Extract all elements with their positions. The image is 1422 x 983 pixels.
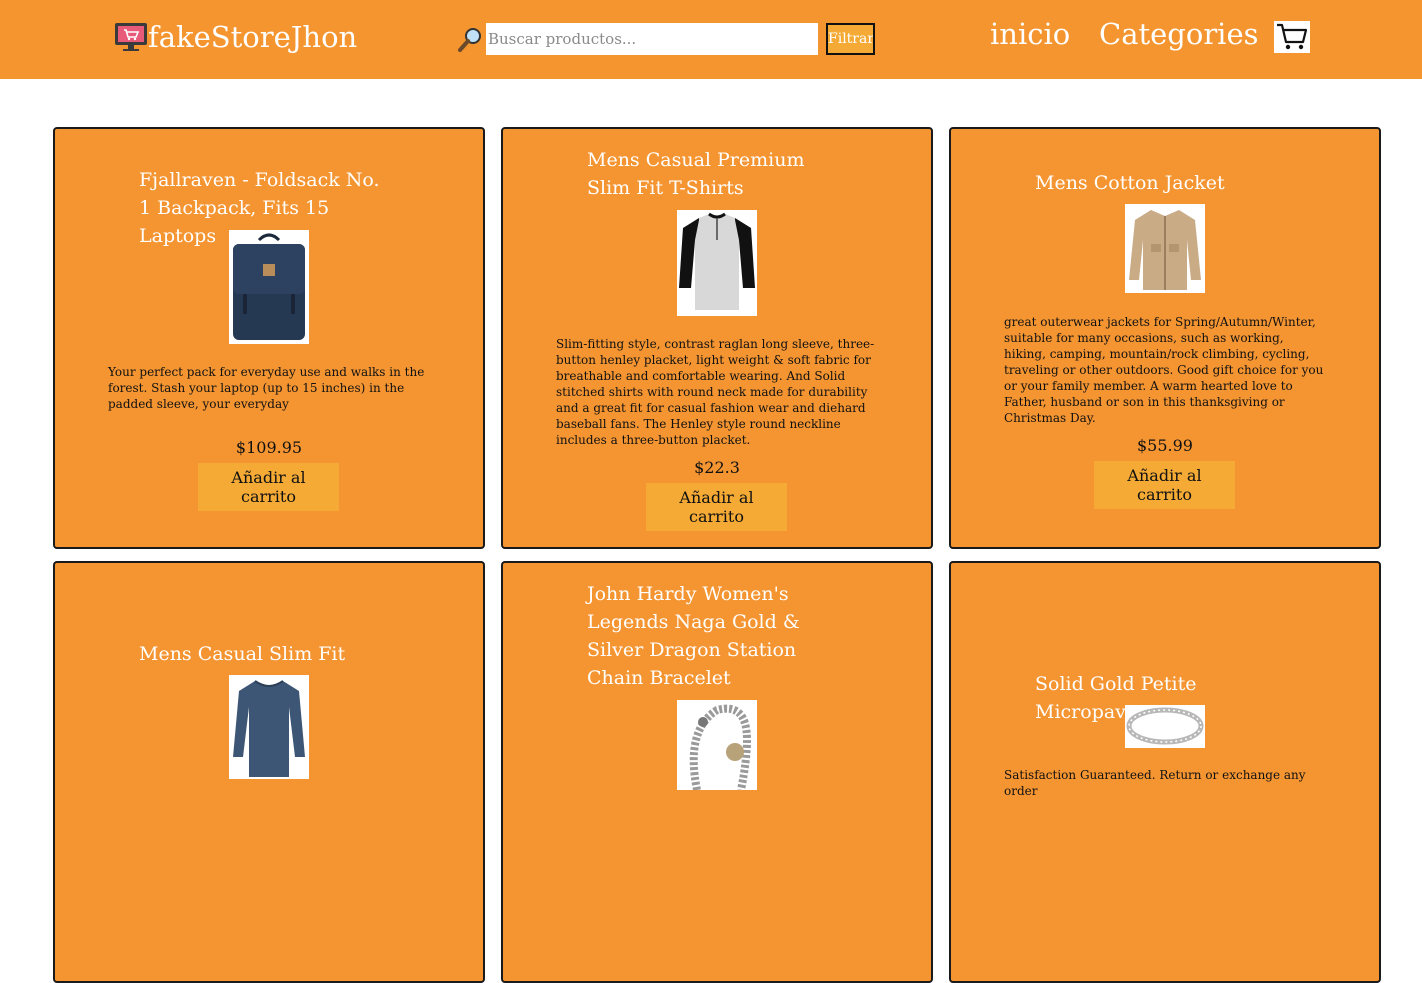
cart-button[interactable] (1274, 21, 1310, 53)
product-card: John Hardy Women's Legends Naga Gold & S… (501, 561, 933, 983)
nav-home[interactable]: inicio (990, 14, 1070, 54)
product-title: Mens Casual Premium Slim Fit T-Shirts (587, 149, 805, 199)
product-description: great outerwear jackets for Spring/Autum… (1004, 315, 1324, 425)
site-header: fakeStoreJhon Filtrar inicio Categories (0, 0, 1422, 79)
product-price: $109.95 (235, 438, 303, 457)
product-title: Mens Cotton Jacket (1035, 172, 1225, 194)
product-title: John Hardy Women's Legends Naga Gold & S… (587, 583, 800, 689)
product-title: Mens Casual Slim Fit (139, 643, 346, 665)
search-icon (458, 28, 481, 52)
product-card: Fjallraven - Foldsack No. 1 Backpack, Fi… (53, 127, 485, 549)
cart-icon (1277, 23, 1308, 50)
product-description: Your perfect pack for everyday use and w… (108, 365, 425, 411)
product-image-ring (1125, 705, 1205, 748)
add-to-cart-button[interactable]: Añadir al carrito (646, 483, 787, 531)
search-input[interactable] (486, 23, 818, 55)
add-to-cart-button[interactable]: Añadir al carrito (1094, 461, 1235, 509)
product-price: $55.99 (1137, 436, 1193, 455)
product-image-backpack (229, 230, 309, 344)
product-description: Satisfaction Guaranteed. Return or excha… (1004, 768, 1306, 798)
filter-button[interactable]: Filtrar (826, 23, 875, 55)
brand-name: fakeStoreJhon (148, 20, 358, 54)
nav-categories[interactable]: Categories (1099, 14, 1259, 54)
product-image-long-sleeve-shirt (229, 675, 309, 779)
product-image-bracelet (677, 700, 757, 790)
brand-logo[interactable]: fakeStoreJhon (114, 22, 357, 52)
product-card: Solid Gold Petite Micropave Satisfaction… (949, 561, 1381, 983)
product-image-raglan-shirt (677, 210, 757, 316)
add-to-cart-button[interactable]: Añadir al carrito (198, 463, 339, 511)
shopping-monitor-icon (115, 23, 147, 51)
product-card: Mens Casual Premium Slim Fit T-Shirts Sl… (501, 127, 933, 549)
product-price: $22.3 (694, 458, 740, 477)
product-image-jacket (1125, 204, 1205, 293)
product-description: Slim-fitting style, contrast raglan long… (556, 337, 875, 447)
product-card: Mens Cotton Jacket great outerwear jacke… (949, 127, 1381, 549)
product-card: Mens Casual Slim Fit (53, 561, 485, 983)
